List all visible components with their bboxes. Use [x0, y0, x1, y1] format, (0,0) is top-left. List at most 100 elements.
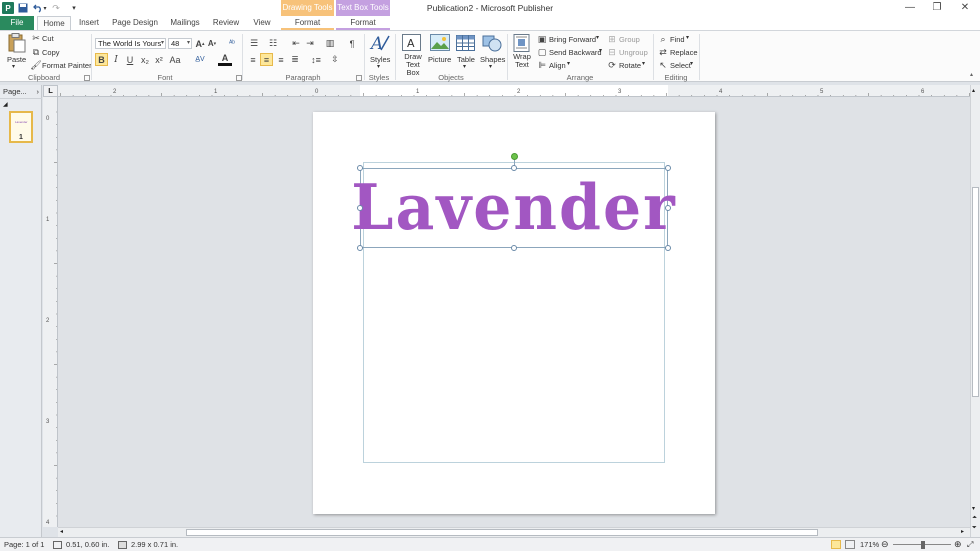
- resize-handle-bottom-left[interactable]: [357, 245, 363, 251]
- send-backward-button[interactable]: Send Backward: [549, 48, 602, 57]
- format-painter-button[interactable]: Format Painter: [42, 61, 92, 70]
- font-color-icon[interactable]: A: [218, 53, 232, 66]
- replace-icon[interactable]: ⇄: [658, 47, 668, 57]
- tab-home[interactable]: Home: [37, 16, 71, 31]
- font-size-dropdown[interactable]: 48 ▾: [168, 38, 192, 49]
- scroll-left-icon[interactable]: ◂: [60, 528, 63, 535]
- shapes-icon[interactable]: [481, 33, 503, 53]
- styles-icon[interactable]: A: [369, 33, 391, 54]
- tab-file[interactable]: File: [0, 16, 34, 30]
- clear-formatting-icon[interactable]: ᴬᵇ: [226, 38, 238, 49]
- text-box-content[interactable]: Lavender: [351, 171, 676, 245]
- rotation-handle[interactable]: [511, 153, 518, 160]
- bold-button[interactable]: B: [95, 53, 108, 66]
- character-spacing-icon[interactable]: A̲V: [193, 53, 207, 66]
- single-page-view-icon[interactable]: [831, 540, 841, 549]
- align-center-icon[interactable]: ≡: [260, 53, 273, 66]
- picture-button[interactable]: Picture: [428, 55, 451, 64]
- tab-review[interactable]: Review: [210, 16, 242, 30]
- tab-view[interactable]: View: [249, 16, 275, 30]
- zoom-in-icon[interactable]: ⊕: [954, 538, 962, 551]
- bring-forward-dropdown-icon[interactable]: ▾: [596, 34, 599, 41]
- zoom-level[interactable]: 171%: [860, 538, 879, 551]
- document-canvas[interactable]: Lavender: [58, 97, 970, 527]
- tab-mailings[interactable]: Mailings: [167, 16, 203, 30]
- copy-button[interactable]: Copy: [42, 48, 60, 57]
- wrap-text-button[interactable]: Wrap Text: [513, 53, 531, 69]
- clipboard-launcher-icon[interactable]: [84, 75, 90, 81]
- send-backward-dropdown-icon[interactable]: ▾: [599, 47, 602, 54]
- grow-font-icon[interactable]: A ▴: [195, 38, 205, 49]
- italic-button[interactable]: I: [110, 53, 122, 66]
- close-button[interactable]: ✕: [950, 0, 980, 16]
- rotate-dropdown-icon[interactable]: ▾: [642, 60, 645, 67]
- subscript-button[interactable]: x₂: [139, 53, 151, 66]
- superscript-button[interactable]: x²: [153, 53, 165, 66]
- underline-button[interactable]: U: [124, 53, 136, 66]
- line-spacing-icon[interactable]: ↕≡: [309, 53, 323, 66]
- tab-page-design[interactable]: Page Design: [110, 16, 160, 30]
- resize-handle-top[interactable]: [511, 165, 517, 171]
- publisher-icon[interactable]: P: [2, 2, 14, 14]
- group-button[interactable]: Group: [619, 35, 640, 44]
- customize-icon[interactable]: ▾: [70, 2, 78, 14]
- columns-icon[interactable]: ▥: [323, 38, 337, 49]
- paragraph-spacing-icon[interactable]: ⇳: [328, 53, 342, 66]
- binoculars-icon[interactable]: ⌕: [658, 34, 668, 44]
- horizontal-scrollbar[interactable]: ◂ ▸: [58, 527, 970, 537]
- vertical-scrollbar[interactable]: ▴ ▾ ⏶ ⏷: [970, 85, 980, 537]
- format-painter-icon[interactable]: 🖌: [30, 60, 41, 70]
- table-icon[interactable]: [455, 33, 477, 53]
- resize-handle-bottom-right[interactable]: [665, 245, 671, 251]
- minimize-button[interactable]: —: [895, 0, 925, 16]
- find-dropdown-icon[interactable]: ▾: [686, 34, 689, 41]
- select-dropdown-icon[interactable]: ▾: [690, 60, 693, 67]
- collapse-panel-icon[interactable]: ›: [37, 85, 40, 99]
- resize-handle-top-left[interactable]: [357, 165, 363, 171]
- align-button[interactable]: Align: [549, 61, 566, 70]
- horizontal-ruler[interactable]: 3210123456: [58, 85, 970, 97]
- shapes-dropdown-icon[interactable]: ▾: [489, 63, 492, 70]
- ungroup-icon[interactable]: ⊟: [607, 47, 617, 57]
- restore-button[interactable]: ❐: [922, 0, 952, 16]
- align-dropdown-icon[interactable]: ▾: [567, 60, 570, 67]
- align-objects-icon[interactable]: ⊫: [537, 60, 547, 70]
- resize-handle-top-right[interactable]: [665, 165, 671, 171]
- zoom-out-icon[interactable]: ⊖: [881, 538, 889, 551]
- cut-button[interactable]: Cut: [42, 34, 54, 43]
- resize-handle-left[interactable]: [357, 205, 363, 211]
- paste-icon[interactable]: [5, 33, 27, 53]
- rotate-button[interactable]: Rotate: [619, 61, 641, 70]
- increase-indent-icon[interactable]: ⇥: [304, 38, 316, 49]
- bring-forward-button[interactable]: Bring Forward: [549, 35, 596, 44]
- copy-icon[interactable]: ⧉: [31, 47, 41, 57]
- draw-text-box-icon[interactable]: A: [401, 33, 423, 53]
- font-name-dropdown[interactable]: The World Is Yours ▾: [95, 38, 166, 49]
- publication-page[interactable]: Lavender: [313, 112, 715, 514]
- align-right-icon[interactable]: ≡: [275, 53, 287, 66]
- shapes-button[interactable]: Shapes: [480, 55, 505, 64]
- replace-button[interactable]: Replace: [670, 48, 698, 57]
- decrease-indent-icon[interactable]: ⇤: [290, 38, 302, 49]
- fit-page-icon[interactable]: ⤢: [967, 538, 973, 551]
- picture-icon[interactable]: [429, 33, 451, 53]
- two-page-view-icon[interactable]: [845, 540, 855, 549]
- styles-dropdown-icon[interactable]: ▾: [377, 63, 380, 70]
- selected-text-box[interactable]: Lavender: [351, 168, 675, 248]
- rotate-icon[interactable]: ⟳: [607, 60, 617, 70]
- previous-page-icon[interactable]: ⏶: [972, 515, 977, 522]
- select-cursor-icon[interactable]: ↖: [658, 60, 668, 70]
- table-dropdown-icon[interactable]: ▾: [463, 63, 466, 70]
- save-icon[interactable]: [17, 2, 29, 14]
- collapse-ribbon-icon[interactable]: ▴: [970, 71, 973, 78]
- expand-triangle-icon[interactable]: ◢: [3, 101, 8, 108]
- vertical-scroll-thumb[interactable]: [972, 187, 979, 397]
- tab-insert[interactable]: Insert: [75, 16, 103, 30]
- page-thumbnail[interactable]: Lavender 1: [9, 111, 33, 143]
- redo-icon[interactable]: ↷: [50, 2, 62, 14]
- paste-button[interactable]: Paste: [7, 55, 26, 64]
- vertical-ruler[interactable]: 0 1 2 3 4: [43, 97, 58, 527]
- show-marks-button[interactable]: ¶: [347, 38, 357, 49]
- numbering-icon[interactable]: ☷: [266, 38, 280, 49]
- justify-icon[interactable]: ≣: [289, 53, 301, 66]
